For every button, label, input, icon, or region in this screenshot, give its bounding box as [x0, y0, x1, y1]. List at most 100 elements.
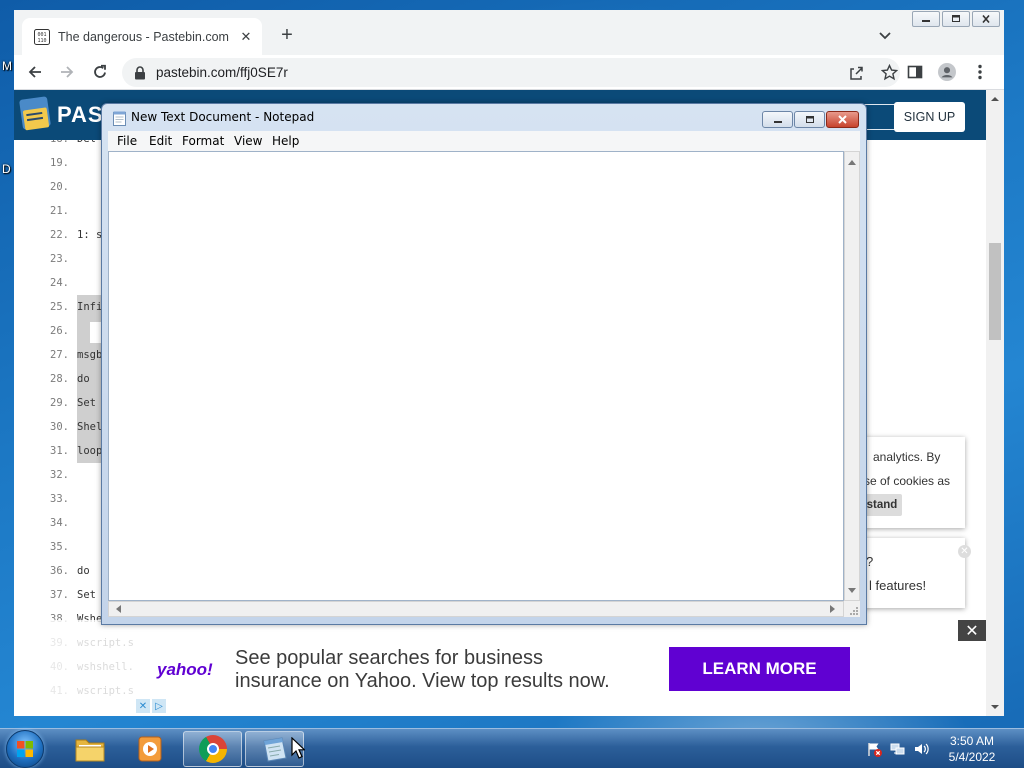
line-text: Set [77, 589, 96, 601]
close-window-button[interactable] [972, 11, 1000, 27]
back-button[interactable] [26, 63, 44, 81]
taskbar-chrome[interactable] [183, 731, 242, 767]
window-controls [912, 11, 1000, 27]
ad-banner-overlay: yahoo! See popular searches for business… [14, 620, 986, 716]
menu-edit[interactable]: Edit [149, 134, 172, 148]
tab-title: The dangerous - Pastebin.com [58, 29, 229, 44]
ad-close-small-icon[interactable]: ✕ [136, 699, 150, 713]
page-scrollbar[interactable] [986, 90, 1004, 716]
line-number: 32. [50, 469, 69, 481]
pastebin-logo-icon[interactable] [18, 95, 52, 133]
line-text: 1: s [77, 229, 103, 241]
line-number: 24. [50, 277, 69, 289]
line-number: 33. [50, 493, 69, 505]
ad-text: See popular searches for business insura… [235, 647, 610, 693]
side-panel-icon [907, 65, 923, 79]
scroll-down-arrow-icon[interactable] [848, 588, 856, 593]
line-number: 19. [50, 157, 69, 169]
tab-pastebin[interactable]: 001 110 The dangerous - Pastebin.com ✕ [22, 18, 262, 55]
line-number: 22. [50, 229, 69, 241]
feature-popup-text: ? [866, 554, 874, 569]
address-bar[interactable]: pastebin.com/ffj0SE7r [122, 58, 900, 87]
popup-close-icon[interactable]: ✕ [958, 545, 971, 558]
chrome-icon [198, 735, 227, 763]
clock-date: 5/4/2022 [948, 750, 996, 764]
notepad-vertical-scrollbar[interactable] [844, 151, 860, 601]
menu-file[interactable]: File [117, 134, 137, 148]
action-center-flag-icon[interactable] [866, 741, 882, 757]
line-number: 26. [50, 325, 69, 337]
line-number: 31. [50, 445, 69, 457]
network-icon[interactable] [890, 741, 906, 757]
taskbar-media-player[interactable] [120, 731, 179, 767]
ad-close-button[interactable]: ✕ [958, 620, 986, 641]
notepad-text-area[interactable] [108, 151, 844, 601]
maximize-button[interactable] [942, 11, 970, 27]
taskbar-windows-explorer[interactable] [60, 731, 119, 767]
scroll-down-arrow-icon[interactable] [990, 702, 1000, 712]
profile-button[interactable] [938, 63, 956, 81]
volume-icon[interactable] [913, 741, 929, 757]
ad-banner[interactable]: yahoo! See popular searches for business… [135, 620, 965, 716]
reload-button[interactable] [91, 63, 109, 81]
menu-format[interactable]: Format [182, 134, 224, 148]
line-number: 30. [50, 421, 69, 433]
notepad-window: New Text Document - Notepad File Edit Fo… [101, 103, 867, 625]
sign-up-button[interactable]: SIGN UP [894, 102, 965, 132]
scroll-left-arrow-icon[interactable] [116, 605, 121, 613]
cookie-understand-button[interactable]: stand [862, 494, 902, 516]
scrollbar-thumb[interactable] [989, 243, 1001, 340]
scroll-up-arrow-icon[interactable] [848, 160, 856, 165]
line-number: 29. [50, 397, 69, 409]
reload-icon [94, 64, 106, 78]
feature-popup-text: l features! [869, 578, 927, 593]
minimize-icon [773, 120, 782, 123]
line-number: 37. [50, 589, 69, 601]
line-text: do [77, 565, 90, 577]
close-icon [838, 115, 847, 124]
windows-logo-icon [17, 741, 33, 757]
tab-close-icon[interactable]: ✕ [238, 29, 254, 45]
system-clock[interactable]: 3:50 AM 5/4/2022 [944, 733, 1000, 765]
tab-strip: 001 110 The dangerous - Pastebin.com ✕ + [14, 10, 1004, 55]
scroll-up-arrow-icon[interactable] [990, 94, 1000, 104]
ad-text-line: See popular searches for business [235, 647, 543, 669]
notepad-horizontal-scrollbar[interactable] [108, 601, 844, 617]
bookmark-star-icon[interactable] [881, 64, 898, 81]
menu-help[interactable]: Help [272, 134, 299, 148]
adchoices[interactable]: ✕ ▷ [136, 699, 166, 713]
cookie-notice: analytics. By se of cookies as stand [860, 437, 965, 528]
share-icon[interactable] [848, 65, 864, 81]
side-panel-button[interactable] [906, 63, 924, 81]
scroll-right-arrow-icon[interactable] [830, 605, 835, 613]
desktop-icon-label[interactable]: M [2, 59, 12, 73]
notepad-minimize-button[interactable] [762, 111, 793, 128]
notepad-maximize-button[interactable] [794, 111, 825, 128]
notepad-close-button[interactable] [826, 111, 859, 128]
notepad-app-icon[interactable] [113, 111, 126, 126]
line-number: 25. [50, 301, 69, 313]
line-number: 36. [50, 565, 69, 577]
learn-more-button[interactable]: LEARN MORE [669, 647, 850, 691]
taskbar: 3:50 AM 5/4/2022 [0, 728, 1024, 768]
start-button[interactable] [6, 730, 44, 768]
new-tab-button[interactable]: + [276, 24, 298, 46]
adchoices-play-icon[interactable]: ▷ [152, 699, 166, 713]
forward-button[interactable] [58, 63, 76, 81]
menu-view[interactable]: View [234, 134, 262, 148]
media-player-icon [138, 736, 161, 762]
tab-search-chevron-down-icon[interactable] [876, 26, 894, 44]
ad-text-line: insurance on Yahoo. View top results now… [235, 670, 610, 692]
resize-grip-icon[interactable] [844, 601, 860, 617]
notepad-title: New Text Document - Notepad [131, 110, 315, 124]
browser-menu-button[interactable] [971, 63, 989, 81]
back-arrow-icon [28, 66, 41, 78]
minimize-button[interactable] [912, 11, 940, 27]
desktop-icon-label[interactable]: D [2, 162, 11, 176]
restore-icon [805, 116, 814, 123]
mouse-cursor-icon [291, 737, 305, 759]
svg-text:110: 110 [37, 38, 46, 44]
forward-arrow-icon [61, 66, 74, 78]
lock-icon[interactable] [134, 66, 146, 80]
pastebin-logo-text[interactable]: PAS [57, 102, 104, 128]
